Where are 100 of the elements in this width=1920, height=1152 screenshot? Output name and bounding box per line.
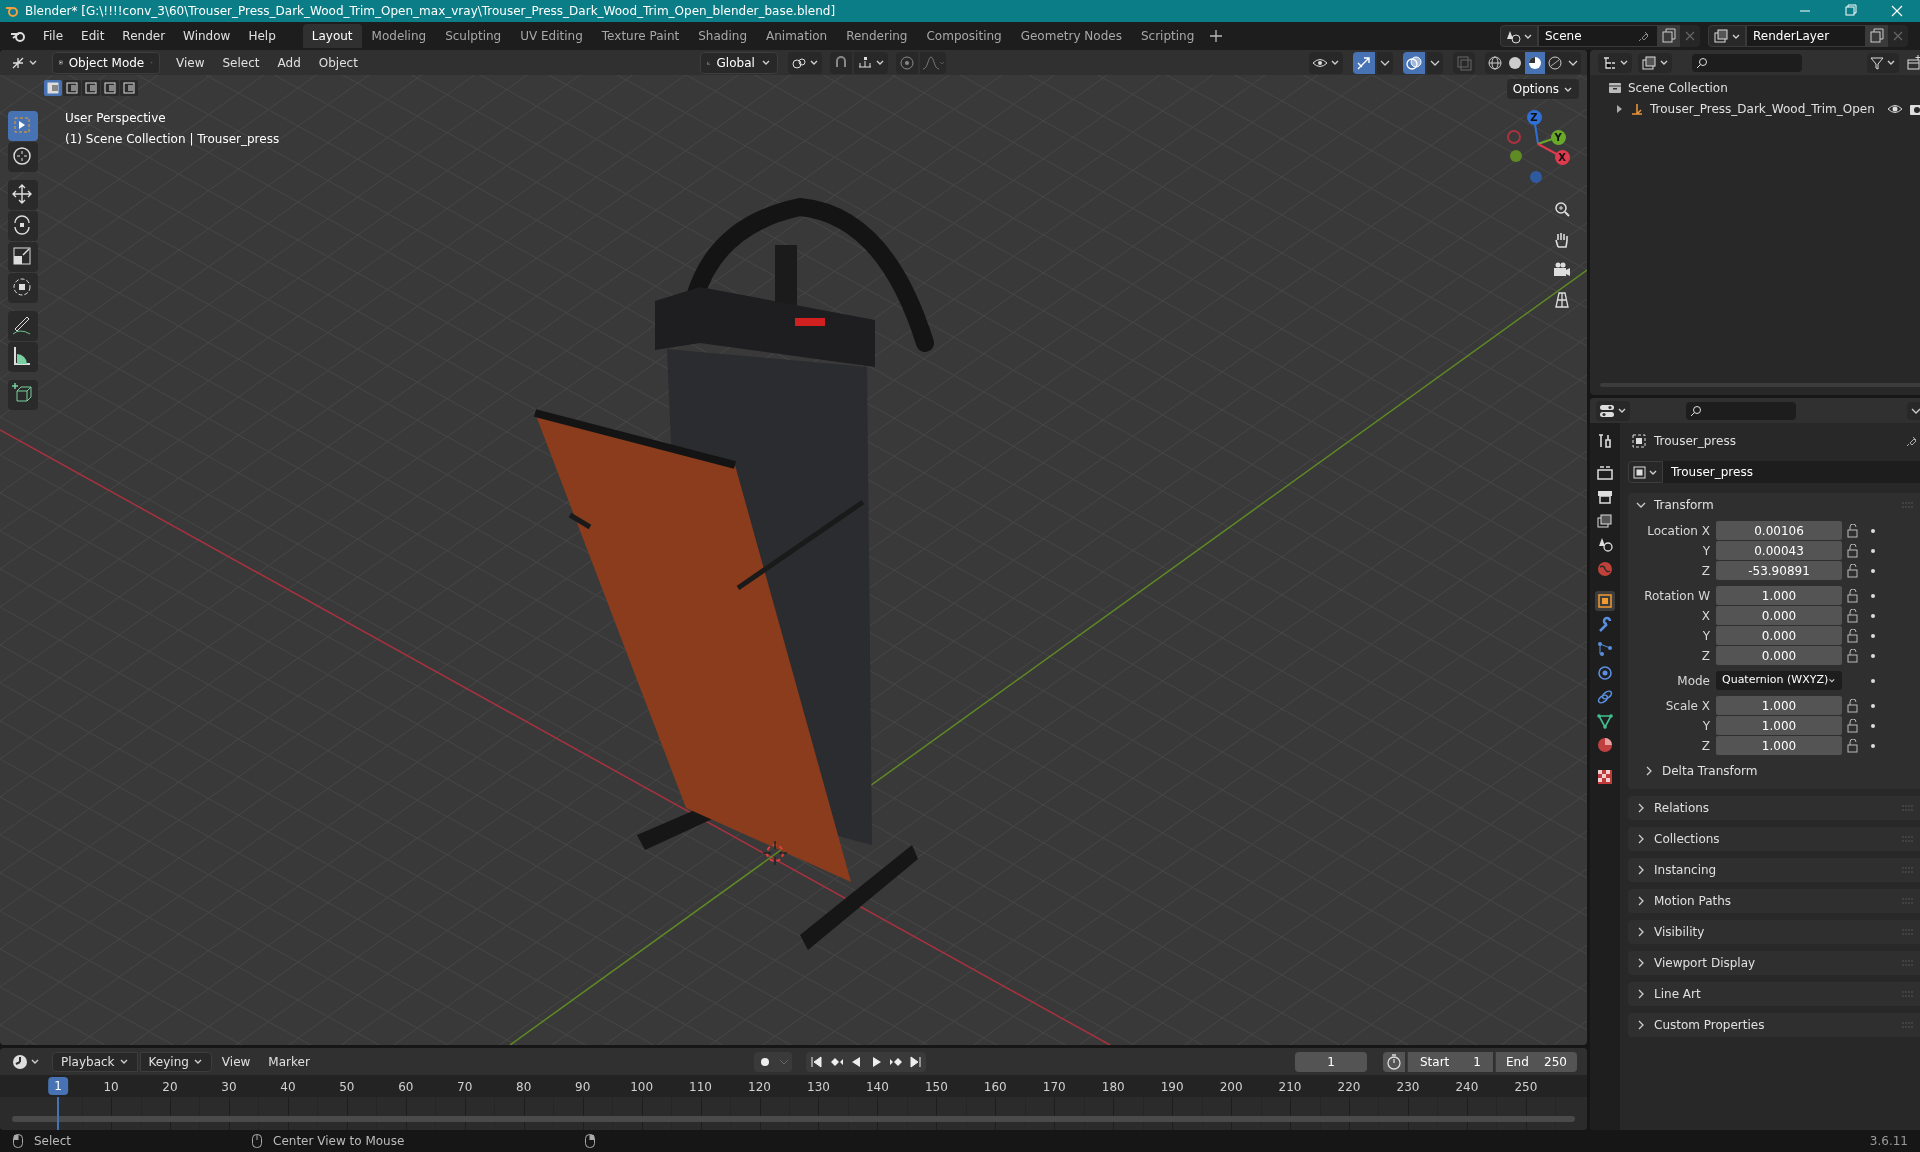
editor-type-dropdown[interactable] bbox=[1596, 400, 1630, 421]
pin-icon[interactable] bbox=[1904, 434, 1919, 448]
selection-mode-icon[interactable] bbox=[82, 80, 100, 96]
negative-axis-handle[interactable] bbox=[1507, 130, 1521, 144]
gizmo-toggle-icon[interactable] bbox=[1353, 51, 1375, 74]
annotate-tool-icon[interactable] bbox=[8, 311, 38, 341]
shading-switcher[interactable] bbox=[1485, 51, 1581, 74]
workspace-tab[interactable]: Sculpting bbox=[436, 24, 511, 48]
number-field[interactable]: -53.90891 bbox=[1716, 561, 1842, 580]
outliner-row[interactable]: Trouser_Press_Dark_Wood_Trim_Open bbox=[1650, 99, 1875, 118]
outliner-row[interactable]: Scene Collection bbox=[1628, 78, 1728, 97]
workspace-tab[interactable]: Compositing bbox=[917, 24, 1011, 48]
scene-selector[interactable]: Scene bbox=[1538, 25, 1658, 47]
overlays-icon[interactable] bbox=[1403, 51, 1425, 74]
new-collection-icon[interactable] bbox=[1904, 53, 1920, 72]
menu-dropdown[interactable]: Keying bbox=[139, 1051, 212, 1072]
view-layer-selector[interactable]: RenderLayer bbox=[1746, 25, 1866, 47]
workspace-tab[interactable]: Geometry Nodes bbox=[1011, 24, 1131, 48]
object-square-icon[interactable] bbox=[1595, 591, 1615, 611]
selection-mode-icon[interactable] bbox=[63, 80, 81, 96]
visibility-dropdown[interactable] bbox=[1309, 51, 1343, 74]
measure-tool-icon[interactable] bbox=[8, 342, 38, 372]
physics-orbit-icon[interactable] bbox=[1595, 663, 1615, 683]
workspace-tab[interactable]: Animation bbox=[757, 24, 837, 48]
panel-title[interactable]: Transform bbox=[1654, 496, 1714, 514]
playhead-frame-badge[interactable]: 1 bbox=[48, 1077, 68, 1095]
menu-item[interactable]: Window bbox=[174, 24, 240, 48]
panel-title[interactable]: Relations bbox=[1654, 799, 1710, 817]
workspace-tab[interactable]: Scripting bbox=[1131, 24, 1204, 48]
menu-dropdown[interactable]: Playback bbox=[52, 1051, 138, 1072]
mode-dropdown[interactable]: Object Mode bbox=[52, 51, 160, 74]
chevron-icon[interactable] bbox=[1636, 896, 1646, 906]
falloff-curve-icon[interactable] bbox=[919, 51, 946, 74]
menu-item[interactable]: Marker bbox=[260, 1051, 318, 1072]
number-field[interactable]: 0.00043 bbox=[1716, 541, 1842, 560]
number-field[interactable]: 1.000 bbox=[1716, 696, 1842, 715]
timeline-scrollbar[interactable] bbox=[12, 1116, 1575, 1122]
number-field[interactable]: 1.000 bbox=[1716, 586, 1842, 605]
workspace-tab[interactable]: Shading bbox=[689, 24, 756, 48]
panel-title[interactable]: Custom Properties bbox=[1654, 1016, 1765, 1034]
menu-item[interactable]: File bbox=[34, 24, 73, 48]
proportional-edit-icon[interactable] bbox=[895, 51, 918, 74]
selection-mode-icon[interactable] bbox=[120, 80, 138, 96]
disclosure-triangle-icon[interactable] bbox=[1614, 103, 1624, 114]
panel-title[interactable]: Line Art bbox=[1654, 985, 1701, 1003]
workspace-tab[interactable]: Rendering bbox=[837, 24, 917, 48]
rotate-tool-icon[interactable] bbox=[8, 211, 38, 241]
axis-handle[interactable]: Y bbox=[1550, 129, 1566, 145]
menu-item[interactable]: Object bbox=[310, 51, 366, 74]
axis-handle[interactable]: X bbox=[1554, 149, 1570, 165]
chain-link-icon[interactable] bbox=[1595, 687, 1615, 707]
options-dropdown[interactable]: Options bbox=[1506, 79, 1579, 99]
menu-item[interactable]: Edit bbox=[72, 24, 114, 48]
filter-dropdown[interactable] bbox=[1866, 52, 1899, 73]
chevron-icon[interactable] bbox=[1636, 958, 1646, 968]
menu-item[interactable]: Add bbox=[269, 51, 309, 74]
chevron-icon[interactable] bbox=[1636, 803, 1646, 813]
data-type-dropdown[interactable] bbox=[1708, 25, 1746, 47]
panel-title[interactable]: Visibility bbox=[1654, 923, 1705, 941]
copy-icon[interactable] bbox=[1866, 25, 1888, 47]
negative-axis-handle[interactable] bbox=[1530, 171, 1542, 183]
close-icon[interactable] bbox=[1888, 25, 1908, 47]
workspace-tab[interactable]: Layout bbox=[302, 24, 362, 48]
menu-item[interactable]: View bbox=[213, 1051, 259, 1072]
display-mode-dropdown[interactable] bbox=[1638, 52, 1672, 73]
workspace-tab[interactable]: Texture Paint bbox=[592, 24, 689, 48]
snap-target-dropdown[interactable] bbox=[853, 51, 888, 74]
number-field[interactable]: 0.00106 bbox=[1716, 521, 1842, 540]
chevron-icon[interactable] bbox=[1644, 766, 1654, 776]
menu-item[interactable]: Help bbox=[239, 24, 285, 48]
copy-icon[interactable] bbox=[1658, 25, 1680, 47]
panel-title[interactable]: Motion Paths bbox=[1654, 892, 1732, 910]
menu-item[interactable]: Render bbox=[113, 24, 175, 48]
transform-tool-icon[interactable] bbox=[8, 273, 38, 303]
negative-axis-handle[interactable] bbox=[1510, 150, 1522, 162]
mesh-triangle-icon[interactable] bbox=[1595, 711, 1615, 731]
pin-icon[interactable] bbox=[1637, 29, 1651, 43]
cursor-tool-icon[interactable] bbox=[8, 142, 38, 172]
stopwatch-icon[interactable] bbox=[1383, 1051, 1405, 1072]
number-field[interactable]: 1.000 bbox=[1716, 716, 1842, 735]
particles-icon[interactable] bbox=[1595, 639, 1615, 659]
scale-tool-icon[interactable] bbox=[8, 242, 38, 272]
chevron-icon[interactable] bbox=[1636, 834, 1646, 844]
selection-mode-icon[interactable] bbox=[44, 80, 62, 96]
object-name-field[interactable]: Trouser_press bbox=[1663, 461, 1920, 483]
render-camera-icon[interactable] bbox=[1595, 463, 1615, 483]
panel-title[interactable]: Viewport Display bbox=[1654, 954, 1756, 972]
search-field[interactable] bbox=[1686, 401, 1796, 420]
axis-handle[interactable]: Z bbox=[1526, 109, 1542, 125]
material-sphere-icon[interactable] bbox=[1595, 735, 1615, 755]
data-type-dropdown[interactable] bbox=[1500, 25, 1538, 47]
add-cube-tool-icon[interactable] bbox=[8, 380, 38, 410]
chevron-icon[interactable] bbox=[1636, 865, 1646, 875]
checker-icon[interactable] bbox=[1595, 767, 1615, 787]
chevron-icon[interactable] bbox=[1636, 500, 1646, 510]
workspace-tab[interactable]: Modeling bbox=[362, 24, 436, 48]
panel-title[interactable]: Collections bbox=[1654, 830, 1720, 848]
number-field[interactable]: 0.000 bbox=[1716, 646, 1842, 665]
close-icon[interactable] bbox=[1680, 25, 1700, 47]
snap-magnet-icon[interactable] bbox=[829, 51, 852, 74]
